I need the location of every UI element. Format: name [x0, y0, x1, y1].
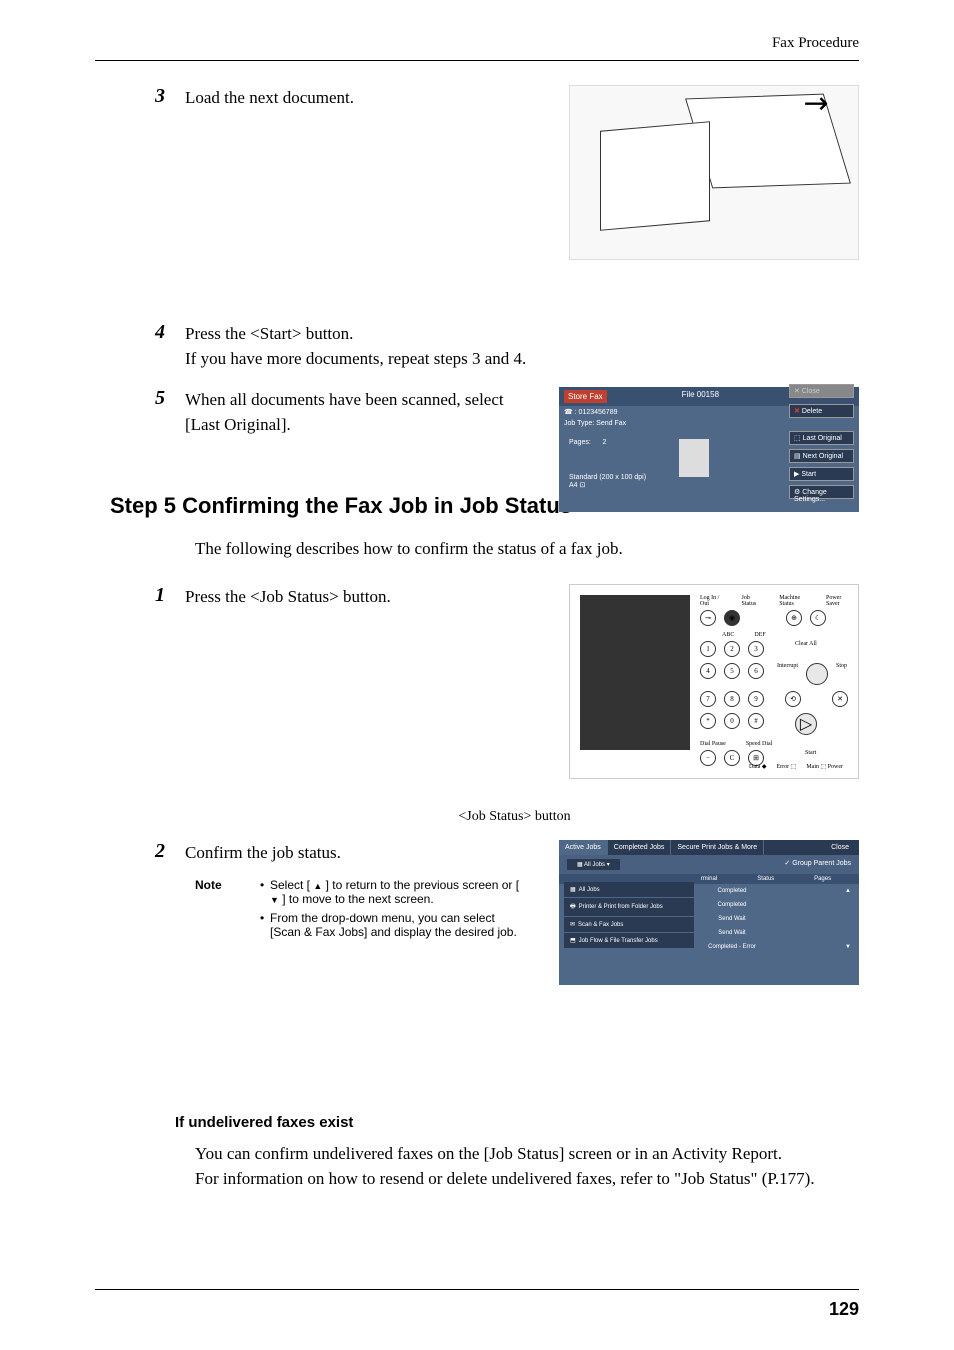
tab-secure-print[interactable]: Secure Print Jobs & More	[671, 840, 764, 855]
step-4: 4 Press the <Start> button. If you have …	[170, 321, 859, 372]
def-label: DEF	[754, 632, 765, 638]
document-preview-icon	[679, 439, 709, 477]
step-4-line1: Press the <Start> button.	[185, 321, 859, 347]
speed-dial-label: Speed Dial	[746, 741, 773, 747]
start-button[interactable]: ▶ Start	[789, 467, 854, 481]
machine-status-button[interactable]: ⊕	[786, 610, 802, 626]
store-fax-screenshot: Store Fax File 00158 ☎ : 0123456789 Job …	[559, 387, 859, 512]
store-fax-jobtype: Job Type: Send Fax	[559, 418, 859, 429]
clear-all-label: Clear All	[795, 641, 817, 657]
header-divider	[95, 60, 859, 61]
stop-button[interactable]: ✕	[832, 691, 848, 707]
step-2-number: 2	[155, 840, 165, 863]
key-5[interactable]: 5	[724, 663, 740, 679]
header-section-title: Fax Procedure	[772, 35, 859, 52]
stop-label: Stop	[836, 663, 847, 685]
job-filter-dropdown[interactable]: ▦ All Jobs ▾	[567, 859, 620, 870]
key-3[interactable]: 3	[748, 641, 764, 657]
resolution-value: Standard (200 x 100 dpi)	[569, 474, 646, 481]
job-status-button-caption: <Job Status> button	[170, 809, 859, 825]
key-7[interactable]: 7	[700, 691, 716, 707]
step-3: 3 Load the next document. ↘	[170, 85, 859, 111]
step-4-number: 4	[155, 321, 165, 344]
step-4-line2: If you have more documents, repeat steps…	[185, 346, 859, 372]
group-parent-checkbox[interactable]: ✓ Group Parent Jobs	[784, 859, 851, 870]
clear-all-button[interactable]	[806, 663, 828, 685]
machine-label: Machine Status	[779, 595, 806, 607]
step-5-number: 5	[155, 387, 165, 410]
dd-scan-fax-jobs[interactable]: ✉ Scan & Fax Jobs	[564, 917, 694, 933]
login-button[interactable]: ⊸	[700, 610, 716, 626]
key-2[interactable]: 2	[724, 641, 740, 657]
step-3-number: 3	[155, 85, 165, 108]
key-8[interactable]: 8	[724, 691, 740, 707]
interrupt-button[interactable]: ⟲	[785, 691, 801, 707]
key-0[interactable]: 0	[724, 713, 740, 729]
step-1-number: 1	[155, 584, 165, 607]
abc-label: ABC	[722, 632, 734, 638]
tab-active-jobs[interactable]: Active Jobs	[559, 840, 608, 855]
pages-value: 2	[602, 439, 606, 446]
footer-divider	[95, 1289, 859, 1290]
key-6[interactable]: 6	[748, 663, 764, 679]
dd-jobflow-jobs[interactable]: ⬒ Job Flow & File Transfer Jobs	[564, 933, 694, 949]
main-power-indicator: Main ⬚ Power	[806, 763, 843, 770]
job-status-screenshot: Active Jobs Completed Jobs Secure Print …	[559, 840, 859, 985]
dd-printer-jobs[interactable]: 🖶 Printer & Print from Folder Jobs	[564, 898, 694, 917]
triangle-down-icon	[270, 892, 279, 906]
pages-label: Pages:	[569, 439, 591, 446]
key-9[interactable]: 9	[748, 691, 764, 707]
undelivered-heading: If undelivered faxes exist	[175, 1114, 859, 1131]
next-original-button[interactable]: ▤ Next Original	[789, 449, 854, 463]
key-1[interactable]: 1	[700, 641, 716, 657]
dial-pause-label: Dial Pause	[700, 741, 726, 747]
close-button[interactable]: Close	[821, 840, 859, 855]
change-settings-button[interactable]: ⚙ Change Settings...	[789, 485, 854, 499]
error-indicator: Error ⬚	[777, 763, 797, 770]
key-4[interactable]: 4	[700, 663, 716, 679]
last-original-button[interactable]: ⬚ Last Original	[789, 431, 854, 445]
step-5-line1: When all documents have been scanned, se…	[185, 387, 535, 438]
key-star[interactable]: *	[700, 713, 716, 729]
page-number: 129	[829, 1299, 859, 1320]
interrupt-label: Interrupt	[777, 663, 798, 685]
step-2: 2 Confirm the job status. Note Select [ …	[170, 840, 859, 939]
step-5: 5 When all documents have been scanned, …	[170, 387, 859, 438]
login-label: Log In / Out	[700, 595, 722, 607]
c-button[interactable]: C	[724, 750, 740, 766]
triangle-up-icon	[313, 878, 322, 892]
power-label: Power Saver	[826, 595, 848, 607]
col-status: Status	[737, 876, 794, 882]
note-bullet-2: From the drop-down menu, you can select …	[260, 911, 520, 939]
control-panel-illustration: Log In / Out Job Status Machine Status P…	[569, 584, 859, 779]
undelivered-line2: For information on how to resend or dele…	[195, 1166, 859, 1192]
undelivered-line1: You can confirm undelivered faxes on the…	[195, 1141, 859, 1167]
power-saver-button[interactable]: ☾	[810, 610, 826, 626]
tab-completed-jobs[interactable]: Completed Jobs	[608, 840, 672, 855]
filter-dropdown-menu: ▦ All Jobs 🖶 Printer & Print from Folder…	[564, 882, 694, 949]
job-status-button[interactable]: ◉	[724, 610, 740, 626]
printer-body-illustration	[600, 121, 710, 231]
store-fax-title: Store Fax	[564, 390, 607, 403]
note-bullet-1: Select [ ] to return to the previous scr…	[260, 878, 520, 906]
paper-size-value: A4 ⊡	[569, 481, 646, 489]
section-intro: The following describes how to confirm t…	[195, 539, 859, 559]
start-phys-button[interactable]: ▷	[795, 713, 817, 735]
close-button[interactable]: ✕ Close	[789, 384, 854, 398]
touchscreen-area	[580, 595, 690, 750]
step-1: 1 Press the <Job Status> button. Log In …	[170, 584, 859, 826]
page-content: 3 Load the next document. ↘ 4 Press the …	[170, 85, 859, 1192]
store-fax-file: File 00158	[682, 390, 719, 403]
dial-pause-button[interactable]: −	[700, 750, 716, 766]
data-indicator: Data ◆	[749, 763, 766, 770]
delete-button[interactable]: Delete	[789, 404, 854, 418]
col-pages: Pages	[794, 876, 851, 882]
jobstatus-label: Job Status	[742, 595, 760, 607]
dd-all-jobs[interactable]: ▦ All Jobs	[564, 882, 694, 898]
key-hash[interactable]: #	[748, 713, 764, 729]
printer-illustration: ↘	[569, 85, 859, 260]
note-label: Note	[195, 878, 222, 892]
